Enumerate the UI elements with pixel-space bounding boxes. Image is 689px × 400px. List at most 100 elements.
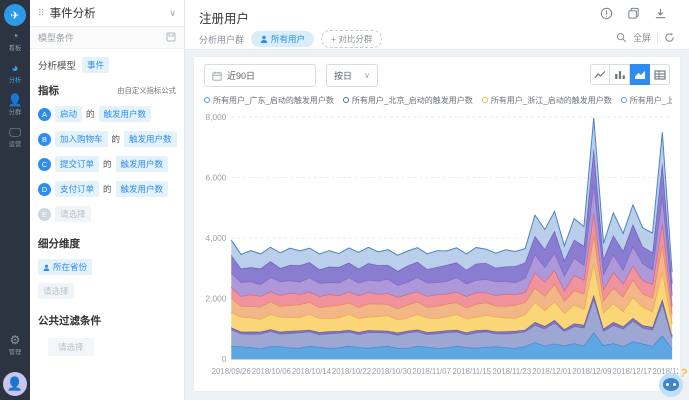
svg-text:2018/09/26: 2018/09/26 [212, 367, 252, 376]
sidebar-item-dashboards[interactable]: ◔ 看板 [0, 30, 30, 53]
filters-title: 公共过滤条件 [38, 313, 176, 328]
legend-marker [343, 97, 349, 103]
svg-text:2018/10/14: 2018/10/14 [292, 367, 332, 376]
grid-icon: ⠿ [38, 8, 45, 19]
event-tag[interactable]: 提交订单 [55, 156, 99, 172]
page-title: 注册用户 [199, 8, 249, 27]
metric-badge: D [38, 183, 51, 196]
chart-canvas: 0 2,000 4,000 6,000 8,000 2018/09/262018/10/0… [196, 109, 678, 389]
svg-text:2018/10/06: 2018/10/06 [252, 367, 292, 376]
app-logo-icon[interactable]: ✈ [4, 4, 26, 26]
bar-chart-button[interactable] [610, 64, 630, 85]
granularity-select[interactable]: 按日 ∨ [326, 64, 378, 87]
user-icon [43, 264, 50, 271]
event-tag[interactable]: 加入购物车 [55, 131, 108, 147]
copy-icon[interactable] [627, 7, 640, 20]
legend-item[interactable]: 所有用户_浙江_启动的触发用户数 [482, 95, 612, 106]
metric-row: B 加入购物车 的 触发用户数 [38, 131, 176, 147]
svg-text:2018/11/23: 2018/11/23 [493, 367, 532, 376]
sidebar-item-segments[interactable]: 👤 分群 [0, 94, 30, 117]
zoom-icon[interactable] [616, 32, 627, 43]
table-view-button[interactable] [650, 64, 670, 85]
refresh-icon[interactable] [664, 32, 675, 43]
analyze-group-label: 分析用户群 [199, 33, 244, 46]
app-root: ✈ ◔ 看板 ◕ 分析 👤 分群 🖵 运营 ⚙ 管理 👤 ⠿ 事件分析 ∨ [0, 0, 689, 400]
info-circle-icon[interactable] [600, 7, 613, 20]
add-metric-placeholder[interactable]: 请选择 [55, 206, 91, 222]
svg-text:2,000: 2,000 [206, 294, 227, 304]
add-filter-placeholder[interactable]: 请选择 [48, 338, 94, 356]
fullscreen-button[interactable]: 全屏 [633, 31, 651, 44]
sidebar-item-analysis[interactable]: ◕ 分析 [0, 62, 30, 85]
metric-badge: A [38, 108, 51, 121]
calendar-icon [212, 71, 222, 81]
all-users-tag[interactable]: 所有用户 [251, 31, 314, 47]
sidebar-item-manage[interactable]: ⚙ 管理 [0, 334, 30, 357]
line-chart-button[interactable] [590, 64, 610, 85]
panel-title: 事件分析 [50, 5, 170, 21]
chart-legend: 所有用户_广东_启动的触发用户数 所有用户_北京_启动的触发用户数 所有用户_浙… [204, 93, 672, 107]
gear-icon: ⚙ [0, 334, 30, 347]
user-icon: 👤 [0, 94, 30, 107]
model-type-tag[interactable]: 事件 [82, 57, 109, 73]
metric-badge: C [38, 158, 51, 171]
chevron-down-icon[interactable]: ∨ [169, 8, 176, 19]
chevron-down-icon: ∨ [364, 71, 370, 80]
svg-text:2018/10/30: 2018/10/30 [372, 367, 412, 376]
metric-badge: E [38, 208, 51, 221]
dashboard-icon: ◔ [0, 30, 30, 43]
board-icon: 🖵 [0, 126, 30, 139]
custom-formula-link[interactable]: 由自定义指标公式 [117, 85, 176, 95]
compare-segment-button[interactable]: + 对比分群 [321, 30, 382, 48]
svg-text:8,000: 8,000 [206, 112, 227, 122]
measure-tag[interactable]: 触发用户数 [116, 181, 169, 197]
date-range-picker[interactable]: 近90日 [204, 64, 316, 87]
stacked-area-chart[interactable]: 0 2,000 4,000 6,000 8,000 2018/09/262018/10/0… [196, 109, 678, 389]
event-tag[interactable]: 支付订单 [55, 181, 99, 197]
sidebar-item-operations[interactable]: 🖵 运营 [0, 126, 30, 149]
main-area: 注册用户 分析用户群 所有用户 + 对比分群 全屏 [185, 0, 689, 400]
main-header: 注册用户 分析用户群 所有用户 + 对比分群 全屏 [185, 0, 689, 50]
legend-marker [204, 97, 210, 103]
metric-row: A 启动 的 触发用户数 [38, 106, 176, 122]
measure-tag[interactable]: 触发用户数 [124, 131, 177, 147]
measure-tag[interactable]: 触发用户数 [99, 106, 152, 122]
svg-text:2018/12/01: 2018/12/01 [532, 367, 571, 376]
metrics-title: 指标 [38, 83, 59, 98]
model-condition-bar: 模型条件 [30, 27, 184, 49]
svg-text:2018/10/22: 2018/10/22 [332, 367, 371, 376]
legend-item[interactable]: 所有用户_上海_启动的触发用户数 [621, 95, 672, 106]
area-chart-button[interactable] [630, 64, 650, 85]
event-tag[interactable]: 启动 [55, 106, 82, 122]
svg-text:2018/11/07: 2018/11/07 [412, 367, 451, 376]
avatar[interactable]: 👤 [3, 372, 27, 396]
panel-header: ⠿ 事件分析 ∨ [30, 0, 184, 27]
legend-item[interactable]: 所有用户_北京_启动的触发用户数 [343, 95, 473, 106]
model-label: 分析模型 [38, 58, 76, 72]
dimension-tag[interactable]: 所在省份 [38, 259, 92, 275]
measure-tag[interactable]: 触发用户数 [116, 156, 169, 172]
assistant-mascot[interactable]: ? [657, 368, 687, 398]
metric-row-empty: E 请选择 [38, 206, 176, 222]
chart-type-toggle [590, 64, 670, 85]
dimension-title: 细分维度 [38, 236, 176, 251]
metric-row: D 支付订单 的 触发用户数 [38, 181, 176, 197]
add-dimension-placeholder[interactable]: 请选择 [38, 283, 74, 299]
svg-text:6,000: 6,000 [206, 172, 227, 182]
user-icon [260, 35, 268, 43]
svg-text:4,000: 4,000 [206, 233, 227, 243]
chart-card: 近90日 按日 ∨ [193, 56, 681, 392]
pie-chart-icon: ◕ [0, 62, 30, 75]
svg-text:2018/12/17: 2018/12/17 [612, 367, 651, 376]
download-icon[interactable] [654, 7, 667, 20]
svg-text:2018/12/09: 2018/12/09 [572, 367, 611, 376]
nav-rail: ✈ ◔ 看板 ◕ 分析 👤 分群 🖵 运营 ⚙ 管理 👤 [0, 0, 30, 400]
config-panel: ⠿ 事件分析 ∨ 模型条件 分析模型 事件 指标 由自定义指标公式 A 启动 的 [30, 0, 185, 400]
legend-item[interactable]: 所有用户_广东_启动的触发用户数 [204, 95, 334, 106]
svg-text:2018/11/15: 2018/11/15 [452, 367, 491, 376]
metric-badge: B [38, 133, 51, 146]
metric-row: C 提交订单 的 触发用户数 [38, 156, 176, 172]
legend-marker [621, 97, 627, 103]
save-icon[interactable] [166, 32, 176, 44]
svg-text:0: 0 [222, 354, 227, 364]
